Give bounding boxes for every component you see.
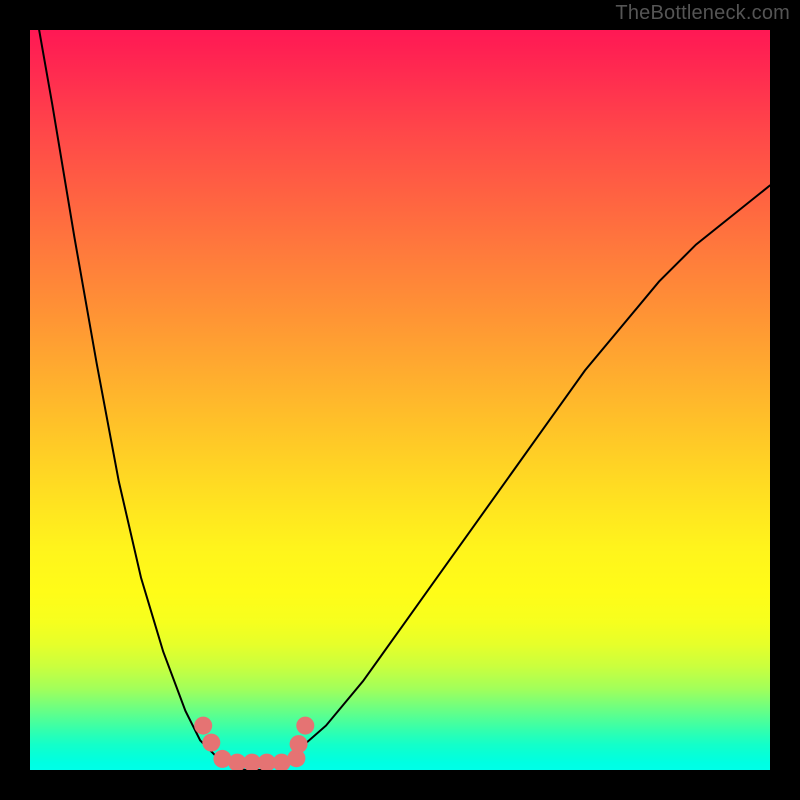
curve-svg bbox=[30, 30, 770, 770]
marker-dot bbox=[194, 717, 212, 735]
bottleneck-curve bbox=[30, 30, 770, 770]
watermark-text: TheBottleneck.com bbox=[615, 2, 790, 25]
chart-area bbox=[30, 30, 770, 770]
marker-dot bbox=[202, 734, 220, 752]
bottom-markers bbox=[194, 717, 314, 770]
marker-dot bbox=[290, 735, 308, 753]
marker-dot bbox=[296, 717, 314, 735]
